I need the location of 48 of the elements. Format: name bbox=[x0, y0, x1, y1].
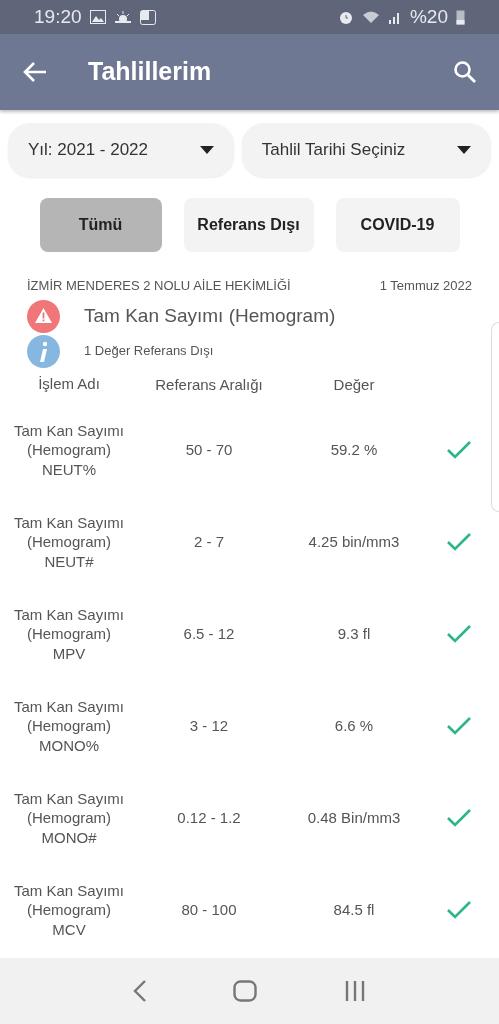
table-cell-text: Tam Kan Sayımı (Hemogram) MONO# bbox=[12, 788, 125, 848]
out-of-range-summary: 1 Değer Referans Dışı bbox=[84, 342, 214, 361]
table-cell-text: Tam Kan Sayımı (Hemogram) NEUT# bbox=[12, 512, 125, 572]
table-cell-text: 6.5 - 12 bbox=[182, 623, 236, 644]
back-arrow-icon[interactable] bbox=[22, 61, 48, 83]
filter-chip[interactable]: COVID-19 bbox=[335, 198, 460, 252]
table-cell-text: Tam Kan Sayımı (Hemogram) MONO% bbox=[12, 696, 125, 756]
table-cell-text: Tam Kan Sayımı (Hemogram) MPV bbox=[12, 604, 125, 664]
dropdown[interactable]: Tahlil Tarihi Seçiniz bbox=[241, 123, 491, 177]
wifi-icon bbox=[361, 10, 380, 24]
table-cell-text: 4.25 bin/mm3 bbox=[307, 531, 401, 552]
filter-chip[interactable]: Referans Dışı bbox=[183, 198, 314, 252]
table-cell-text: 6.6 % bbox=[333, 715, 375, 736]
table-cell-text: 50 - 70 bbox=[184, 439, 234, 460]
column-header: İşlem Adı bbox=[37, 373, 101, 394]
image-icon bbox=[89, 10, 106, 24]
recent-apps-icon[interactable] bbox=[343, 981, 366, 1001]
table-cell-text: 3 - 12 bbox=[188, 715, 230, 736]
battery-icon bbox=[456, 9, 465, 25]
column-header: Değer bbox=[332, 374, 376, 395]
battery-text: %20 bbox=[409, 4, 448, 29]
table-cell-text: 0.48 Bin/mm3 bbox=[306, 807, 402, 828]
back-icon[interactable] bbox=[133, 979, 148, 1003]
search-icon[interactable] bbox=[453, 60, 477, 84]
dropdown[interactable]: Yıl: 2021 - 2022 bbox=[8, 123, 234, 177]
signal-icon bbox=[387, 10, 402, 24]
table-cell-text: 84.5 fl bbox=[332, 899, 376, 920]
table-cell-text: 80 - 100 bbox=[180, 899, 238, 920]
test-name: Tam Kan Sayımı (Hemogram) bbox=[84, 303, 336, 328]
table-cell-text: 0.12 - 1.2 bbox=[176, 807, 242, 828]
scroll-handle[interactable] bbox=[491, 322, 499, 512]
table-cell-text: 2 - 7 bbox=[193, 531, 225, 552]
filter-chip[interactable]: Tümü bbox=[39, 198, 162, 252]
column-header: Referans Aralığı bbox=[154, 374, 264, 395]
info-icon bbox=[27, 334, 60, 368]
weather-icon bbox=[113, 10, 132, 24]
warning-icon bbox=[27, 299, 60, 333]
screen-title: Tahlillerim bbox=[88, 56, 212, 88]
table-cell-text: Tam Kan Sayımı (Hemogram) MCV bbox=[12, 880, 125, 940]
status-time: 19:20 bbox=[34, 4, 82, 29]
table-cell-text: 59.2 % bbox=[329, 439, 379, 460]
clinic-name: İZMİR MENDERES 2 NOLU AİLE HEKİMLİĞİ bbox=[27, 277, 291, 295]
home-icon[interactable] bbox=[233, 980, 258, 1002]
caret-icon bbox=[457, 146, 471, 154]
table-cell-text: 9.3 fl bbox=[336, 623, 372, 644]
caret-icon bbox=[199, 146, 214, 154]
test-date: 1 Temmuz 2022 bbox=[379, 277, 472, 295]
table-cell-text: Tam Kan Sayımı (Hemogram) NEUT% bbox=[12, 420, 125, 480]
